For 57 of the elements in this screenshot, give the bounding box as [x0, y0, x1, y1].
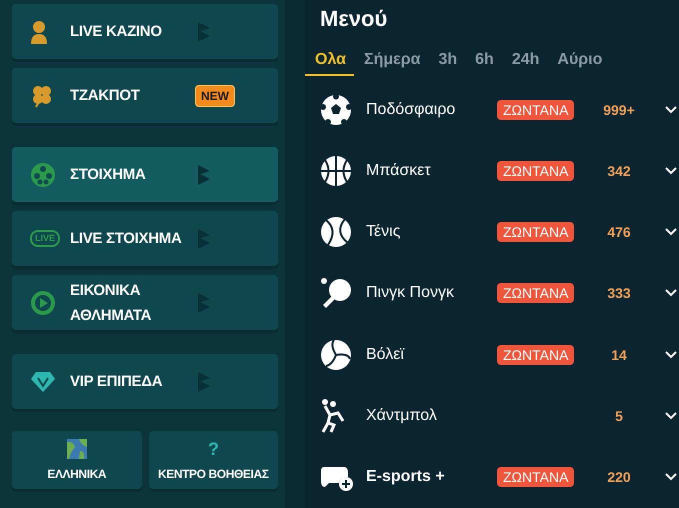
filter-tab[interactable]: 6h	[465, 50, 502, 76]
new-badge: NEW	[195, 84, 235, 106]
clover-icon	[30, 84, 54, 108]
menu-title: Μενού	[319, 5, 388, 33]
sport-name[interactable]: Μπάσκετ	[366, 162, 497, 180]
sport-name[interactable]: E-sports +	[366, 468, 497, 486]
chevron-down-icon[interactable]	[665, 473, 677, 482]
play-icon	[30, 290, 56, 316]
tennis-ball-icon	[320, 216, 352, 248]
triangle-logo-icon	[195, 164, 211, 186]
live-icon: LIVE	[30, 230, 60, 247]
paddle-icon	[320, 277, 352, 310]
sidebar-item[interactable]: ΣΤΟΙΧΗΜΑ	[12, 147, 278, 202]
help-icon: ?	[208, 439, 219, 459]
chevron-down-icon[interactable]	[665, 228, 677, 236]
chevron-down-icon[interactable]	[665, 412, 677, 420]
filter-tab[interactable]: Ολα	[305, 50, 354, 76]
sidebar-item[interactable]: ΕΙΚΟΝΙΚΑ ΑΘΛΗΜΑΤΑ	[12, 275, 278, 330]
sidebar-item[interactable]: ΤΖΑΚΠΟΤ NEW	[12, 68, 278, 123]
filter-tab[interactable]: 3h	[428, 50, 466, 76]
sidebar-item[interactable]: LIVE LIVE ΣΤΟΙΧΗΜΑ	[12, 211, 278, 266]
filter-tab[interactable]: Αύριο	[547, 50, 610, 76]
live-badge: ΖΩΝΤΑΝΑ	[497, 283, 574, 304]
sidebar-item[interactable]: LIVE KAZINO	[12, 4, 278, 59]
chevron-down-icon[interactable]	[665, 350, 677, 359]
live-badge: ΖΩΝΤΑΝΑ	[497, 160, 574, 181]
event-count: 333	[606, 285, 632, 302]
event-count: 220	[606, 469, 632, 486]
chevron-down-icon[interactable]	[665, 289, 677, 298]
filter-tab[interactable]: Σήμερα	[354, 50, 428, 76]
sport-name[interactable]: Χάντμπολ	[366, 407, 497, 426]
filter-tab[interactable]: 24h	[502, 50, 548, 76]
sport-name[interactable]: Ποδόσφαιρο	[366, 100, 497, 119]
sidebar-button[interactable]: ΕΛΛΗΝΙΚΑ	[12, 431, 142, 489]
soccer-ball-icon	[320, 94, 352, 126]
sport-name[interactable]: Τένις	[366, 223, 497, 242]
ball-icon	[30, 162, 56, 188]
live-badge: ΖΩΝΤΑΝΑ	[497, 467, 574, 488]
event-count: 476	[606, 224, 632, 240]
sport-name[interactable]: Πινγκ Πονγκ	[366, 284, 497, 302]
chevron-down-icon[interactable]	[665, 166, 677, 175]
event-count: 14	[610, 346, 628, 363]
chevron-down-icon[interactable]	[665, 106, 677, 114]
event-count: 999+	[602, 102, 636, 118]
live-badge: ΖΩΝΤΑΝΑ	[497, 222, 574, 242]
live-badge: ΖΩΝΤΑΝΑ	[497, 344, 574, 365]
sidebar-item[interactable]: VIP ΕΠΙΠΕΔΑ	[12, 354, 278, 409]
event-count: 342	[606, 162, 632, 179]
basketball-icon	[320, 154, 352, 187]
sport-name[interactable]: Βόλεϊ	[366, 346, 497, 364]
live-badge: ΖΩΝΤΑΝΑ	[497, 100, 574, 120]
person-icon	[30, 20, 48, 44]
sidebar-button[interactable]: ? ΚΕΝΤΡΟ ΒΟΗΘΕΙΑΣ	[148, 431, 278, 489]
globe-icon	[66, 439, 87, 459]
event-count: 5	[614, 408, 624, 424]
volleyball-icon	[320, 338, 352, 371]
diamond-icon	[30, 370, 56, 392]
